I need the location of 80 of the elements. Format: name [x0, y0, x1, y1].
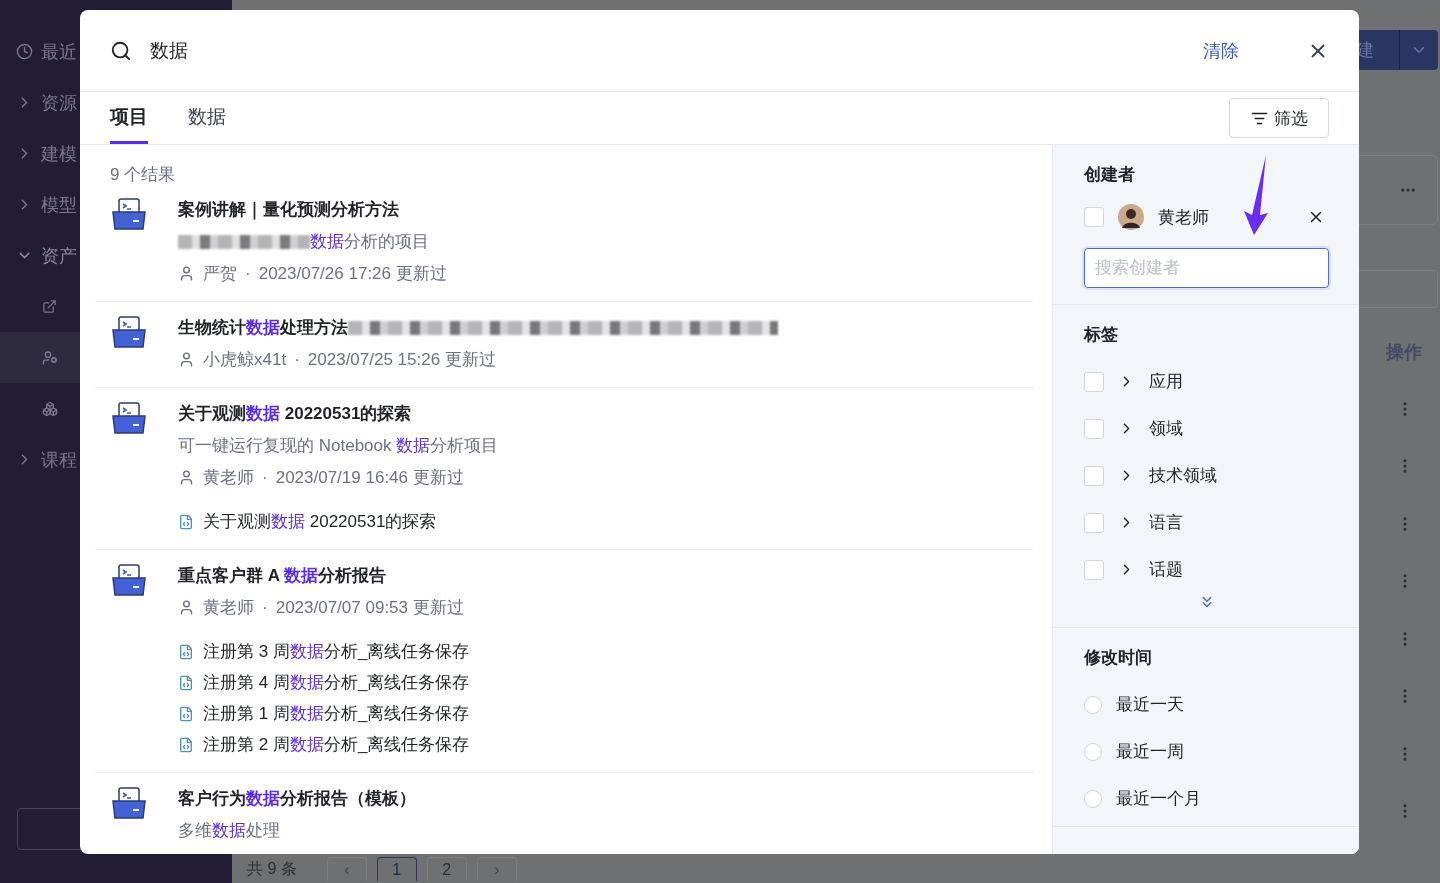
code-file-icon	[178, 674, 194, 691]
tag-label: 话题	[1149, 559, 1183, 581]
time-option: 最近一个月	[1116, 787, 1201, 810]
result-title[interactable]: 案例讲解｜量化预测分析方法	[178, 198, 399, 221]
updated-time: 2023/07/07 09:53 更新过	[275, 597, 464, 619]
sidebar-item[interactable]: 模型	[41, 192, 77, 217]
author-name: 小虎鲸x41t	[203, 349, 287, 371]
code-file-icon	[178, 705, 194, 722]
separator-dot: ·	[262, 467, 268, 488]
time-option: 最近一天	[1116, 693, 1184, 716]
user-icon	[178, 469, 195, 486]
updated-time: 2023/07/26 17:26 更新过	[258, 263, 447, 285]
radio-button[interactable]	[1084, 789, 1102, 808]
external-link-icon	[42, 299, 57, 314]
section-title: 创建者	[1084, 164, 1136, 186]
section-title: 标签	[1084, 324, 1119, 346]
section-title: 修改时间	[1084, 647, 1153, 669]
result-description: 可一键运行复现的 Notebook 数据分析项目	[178, 435, 499, 457]
checkbox[interactable]	[1084, 512, 1104, 533]
search-query[interactable]: 数据	[150, 37, 1185, 64]
creator-name: 黄老师	[1158, 206, 1209, 229]
sidebar-item[interactable]: 资产	[41, 243, 77, 268]
checkbox[interactable]	[1084, 559, 1104, 580]
radio-button[interactable]	[1084, 742, 1102, 761]
user-icon	[178, 599, 195, 616]
sidebar-item[interactable]: 课程	[41, 447, 77, 472]
result-title[interactable]: 重点客户群 A 数据分析报告	[178, 564, 387, 587]
tag-label: 领域	[1149, 418, 1183, 440]
project-folder-icon	[112, 402, 146, 434]
result-title[interactable]: 生物统计数据处理方法	[178, 316, 348, 339]
tab[interactable]: 项目	[110, 92, 148, 144]
sidebar-item[interactable]: 最近	[41, 39, 77, 64]
code-file-icon	[178, 643, 194, 660]
updated-time: 2023/07/25 15:26 更新过	[307, 349, 496, 371]
result-title[interactable]: 关于观测数据 20220531的探索	[178, 402, 412, 425]
file-link[interactable]: 注册第 3 周数据分析_离线任务保存	[203, 640, 470, 663]
boxes-icon	[42, 400, 58, 417]
project-folder-icon	[112, 787, 146, 819]
result-title[interactable]: 客户行为数据分析报告（模板）	[178, 787, 416, 810]
code-file-icon	[178, 736, 194, 753]
sidebar-item[interactable]: 建模	[41, 141, 77, 166]
checkbox[interactable]	[1084, 465, 1104, 486]
project-folder-icon	[112, 316, 146, 348]
project-folder-icon	[112, 564, 146, 596]
file-link[interactable]: 注册第 1 周数据分析_离线任务保存	[203, 702, 470, 725]
search-field[interactable]: 搜索创建者	[1084, 248, 1329, 288]
clear-link[interactable]: 清除	[1203, 38, 1239, 63]
author-name: 严贺	[203, 263, 237, 285]
separator-dot: ·	[245, 263, 251, 284]
checkbox[interactable]	[1084, 207, 1104, 227]
project-folder-icon	[112, 198, 146, 230]
clock-icon	[16, 43, 33, 60]
code-file-icon	[178, 513, 194, 530]
tag-label: 应用	[1149, 371, 1183, 393]
user-icon	[178, 351, 195, 368]
checkbox[interactable]	[1084, 418, 1104, 439]
person-icon	[42, 349, 58, 366]
radio-button[interactable]	[1084, 695, 1102, 714]
file-link[interactable]: 注册第 2 周数据分析_离线任务保存	[203, 733, 470, 756]
search-icon	[110, 39, 132, 62]
file-link[interactable]: 注册第 4 周数据分析_离线任务保存	[203, 671, 470, 694]
user-icon	[178, 265, 195, 282]
author-name: 黄老师	[203, 467, 254, 489]
tag-label: 技术领域	[1149, 465, 1217, 487]
avatar	[1118, 204, 1144, 230]
tag-label: 语言	[1149, 512, 1183, 534]
separator-dot: ·	[262, 597, 268, 618]
result-description: 多维数据处理	[178, 820, 280, 842]
checkbox[interactable]	[1084, 371, 1104, 392]
tab[interactable]: 数据	[188, 92, 226, 144]
separator-dot: ·	[294, 349, 300, 370]
sidebar-item[interactable]: 资源	[41, 90, 77, 115]
updated-time: 2023/07/19 16:46 更新过	[275, 467, 464, 489]
time-option: 最近一周	[1116, 740, 1184, 763]
file-link[interactable]: 关于观测数据 20220531的探索	[203, 510, 437, 533]
total-count: 共 9 条	[247, 859, 297, 879]
result-description: 数据分析的项目	[310, 231, 429, 253]
author-name: 黄老师	[203, 597, 254, 619]
filter-button[interactable]: 筛选	[1229, 98, 1329, 138]
result-count: 9 个结果	[109, 164, 177, 186]
